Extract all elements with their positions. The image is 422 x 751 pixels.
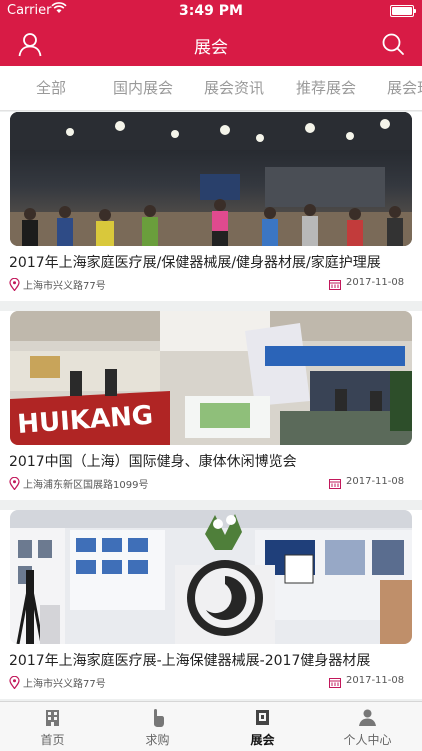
exhibition-date: 2017-11-08: [346, 476, 405, 487]
search-icon[interactable]: [380, 31, 406, 57]
exhibition-location: 上海市兴义路77号: [23, 679, 106, 690]
battery-icon: [390, 5, 416, 17]
tabbar-item-purchase[interactable]: 求购: [105, 702, 210, 751]
tabbar-item-profile[interactable]: 个人中心: [315, 702, 420, 751]
bottom-tab-bar: 首页 求购 展会 个人中心: [0, 701, 422, 751]
status-bar: Carrier 3:49 PM: [0, 0, 422, 22]
calendar-icon: [329, 280, 341, 290]
exhibition-icon: [256, 710, 269, 725]
tabbar-label: 首页: [40, 733, 65, 747]
status-time: 3:49 PM: [179, 3, 243, 19]
tab-scene[interactable]: 展会现: [387, 66, 422, 110]
exhibition-title[interactable]: 2017中国（上海）国际健身、康体休闲博览会: [9, 451, 297, 471]
calendar-icon: [329, 678, 341, 688]
category-tabs: 全部 国内展会 展会资讯 推荐展会 展会现: [0, 66, 422, 111]
building-icon: [46, 710, 59, 726]
page-title: 展会: [194, 38, 228, 58]
exhibition-photo[interactable]: [10, 112, 412, 246]
tab-domestic[interactable]: 国内展会: [113, 66, 173, 110]
exhibition-card[interactable]: HUIKANG 2017中国（上海）国际健身、康体休闲博览会 上海浦东新区国展路…: [0, 311, 422, 500]
exhibition-title[interactable]: 2017年上海家庭医疗展-上海保健器械展-2017健身器材展: [9, 650, 370, 670]
tab-recommended[interactable]: 推荐展会: [296, 66, 356, 110]
exhibition-date: 2017-11-08: [346, 675, 405, 686]
tabbar-label: 展会: [250, 733, 275, 747]
exhibition-card[interactable]: 2017年上海家庭医疗展/保健器械展/健身器材展/家庭护理展 上海市兴义路77号…: [0, 112, 422, 301]
tabbar-item-home[interactable]: 首页: [0, 702, 105, 751]
calendar-icon: [329, 479, 341, 489]
hand-pointer-icon: [154, 709, 164, 727]
tabbar-item-exhibition[interactable]: 展会: [210, 702, 315, 751]
tab-news[interactable]: 展会资讯: [204, 66, 264, 110]
tabbar-label: 求购: [145, 733, 170, 747]
exhibition-location: 上海市兴义路77号: [23, 281, 106, 292]
exhibition-photo[interactable]: HUIKANG: [10, 311, 412, 445]
nav-bar: 展会: [0, 22, 422, 66]
location-pin-icon: [9, 278, 20, 291]
tabbar-label: 个人中心: [343, 733, 392, 747]
app-header: Carrier 3:49 PM 展会: [0, 0, 422, 66]
exhibition-card[interactable]: 2017年上海家庭医疗展-上海保健器械展-2017健身器材展 上海市兴义路77号…: [0, 510, 422, 699]
exhibition-title[interactable]: 2017年上海家庭医疗展/保健器械展/健身器材展/家庭护理展: [9, 252, 381, 272]
location-pin-icon: [9, 676, 20, 689]
tab-all[interactable]: 全部: [36, 66, 66, 110]
exhibition-location: 上海浦东新区国展路1099号: [23, 480, 149, 491]
person-icon: [359, 709, 376, 726]
exhibition-date: 2017-11-08: [346, 277, 405, 288]
location-pin-icon: [9, 477, 20, 490]
exhibition-photo[interactable]: [10, 510, 412, 644]
